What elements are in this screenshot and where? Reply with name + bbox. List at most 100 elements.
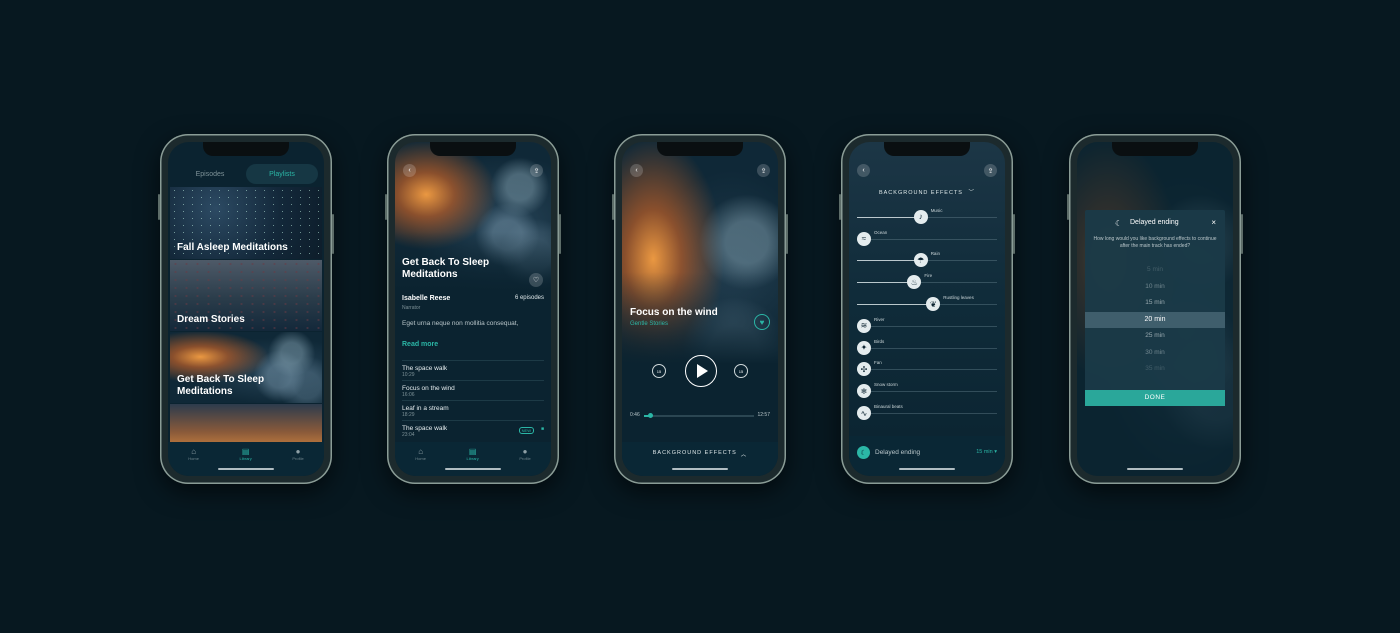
card-title: Dream Stories [177,314,245,325]
new-badge: NEW [518,427,534,434]
river-icon[interactable]: ≋ [857,318,871,333]
duration-picker[interactable]: 5 min 10 min 15 min 20 min 25 min 30 min… [1085,262,1225,382]
effect-slider-track[interactable] [857,325,997,327]
delayed-value-text: 15 min [976,449,993,455]
fan-icon[interactable]: ✣ [857,362,871,377]
list-item[interactable]: The space walk 23:04 NEW ■ [402,420,544,440]
picker-option[interactable]: 35 min [1085,361,1225,378]
effect-row[interactable]: ❄ Snow storm [857,380,997,402]
library-icon: ▤ [468,447,477,456]
picker-option-selected[interactable]: 20 min [1085,311,1225,328]
effect-slider-track[interactable] [857,369,997,371]
effect-row[interactable]: ☂ Rain [857,250,997,272]
list-item[interactable]: Focus on the wind 16:06 [402,380,544,400]
forward-button[interactable]: 15 [734,364,748,378]
effect-row[interactable]: ♨ Fire [857,271,997,293]
phone-library: Episodes Playlists Fall Asleep Meditatio… [158,134,334,484]
playlist-card[interactable]: Fall Asleep Meditations [170,187,322,259]
music-icon[interactable]: ♪ [913,209,928,224]
effect-label: Rain [930,251,940,257]
profile-icon: ● [522,447,528,456]
close-icon[interactable]: × [1211,218,1216,227]
rewind-button[interactable]: 15 [652,364,666,378]
time-elapsed: 0:46 [630,412,640,418]
tab-episodes[interactable]: Episodes [174,164,246,184]
chevron-left-icon: ‹ [408,167,411,174]
effects-header-label: BACKGROUND EFFECTS [878,190,963,196]
wave-icon[interactable]: ≈ [857,231,871,246]
effect-label: Ocean [874,229,888,235]
effect-slider-track[interactable] [857,413,997,415]
list-item[interactable]: Leaf in a stream 18:29 [402,400,544,420]
fire-icon[interactable]: ♨ [907,275,922,290]
effect-slider-fill [857,216,920,218]
tab-library[interactable]: ▤ Library [240,447,252,461]
list-item[interactable]: The space walk 10:29 [402,360,544,380]
effect-row[interactable]: ♪ Music [857,206,997,228]
back-button[interactable]: ‹ [857,164,870,177]
heart-icon: ♡ [532,277,540,284]
back-button[interactable]: ‹ [630,164,643,177]
share-button[interactable]: ⇪ [984,164,997,177]
effect-row[interactable]: ✦ Birds [857,337,997,359]
effect-label: Birds [874,338,885,344]
delayed-ending-row[interactable]: ☾ Delayed ending 15 min ▾ [849,436,1005,476]
track-subtitle: Gentle Stories [630,321,669,327]
card-title: Fall Asleep Meditations [177,242,288,253]
bird-icon[interactable]: ✦ [857,340,871,355]
track-list: The space walk 10:29 Focus on the wind 1… [402,360,544,440]
library-icon: ▤ [241,447,250,456]
snowflake-icon[interactable]: ❄ [857,384,871,399]
waveform-icon[interactable]: ∿ [857,406,871,421]
tab-profile-label: Profile [519,456,531,461]
moon-icon: ☾ [1115,219,1123,228]
delayed-ending-value[interactable]: 15 min ▾ [976,449,997,455]
leaf-icon[interactable]: ❦ [926,297,941,312]
background-effects-button[interactable]: BACKGROUND EFFECTS ︿ [622,442,778,476]
tab-library[interactable]: ▤ Library [467,447,479,461]
chevron-left-icon: ‹ [862,167,865,174]
home-indicator [218,467,274,470]
playlist-card[interactable]: Get Back To Sleep Meditations [170,332,322,403]
notch [657,142,743,156]
play-icon [697,364,708,378]
effect-row[interactable]: ≈ Ocean [857,228,997,250]
picker-option[interactable]: 25 min [1085,328,1225,345]
notch [430,142,516,156]
play-button[interactable] [685,355,717,387]
tab-home[interactable]: ⌂ Home [188,447,199,461]
playlist-card[interactable]: Dream Stories [170,260,322,331]
chevron-down-icon: ﹀ [968,190,976,196]
rain-icon[interactable]: ☂ [913,253,928,268]
narrator-role: Narrator [402,305,421,311]
effect-row[interactable]: ∿ Binaural beats [857,402,997,424]
effect-slider-track[interactable] [857,391,997,393]
effect-row[interactable]: ✣ Fan [857,359,997,381]
picker-option[interactable]: 15 min [1085,295,1225,312]
effect-slider-track[interactable] [857,238,997,240]
tab-profile[interactable]: ● Profile [519,447,530,461]
tab-playlists[interactable]: Playlists [246,164,318,184]
done-button[interactable]: DONE [1085,390,1225,406]
back-button[interactable]: ‹ [403,164,416,177]
moon-icon: ☾ [857,446,870,459]
playlist-card[interactable] [170,404,322,444]
picker-option[interactable]: 30 min [1085,345,1225,362]
home-indicator [1127,467,1183,470]
share-button[interactable]: ⇪ [757,164,770,177]
picker-option[interactable]: 10 min [1085,279,1225,296]
read-more-link[interactable]: Read more [402,341,438,348]
picker-option[interactable]: 5 min [1085,262,1225,279]
effects-header[interactable]: BACKGROUND EFFECTS ﹀ [849,188,1005,196]
tab-home[interactable]: ⌂ Home [415,447,426,461]
share-button[interactable]: ⇪ [530,164,543,177]
track-duration: 16:06 [402,392,415,398]
favorite-button[interactable]: ♡ [529,273,543,287]
effect-row[interactable]: ≋ River [857,315,997,337]
tab-profile[interactable]: ● Profile [292,447,303,461]
progress-track[interactable] [644,413,754,418]
modal-question: How long would you like background effec… [1093,236,1217,249]
effect-slider-track[interactable] [857,347,997,349]
favorite-button[interactable]: ♥ [754,314,770,330]
effect-row[interactable]: ❦ Rustling leaves [857,293,997,315]
